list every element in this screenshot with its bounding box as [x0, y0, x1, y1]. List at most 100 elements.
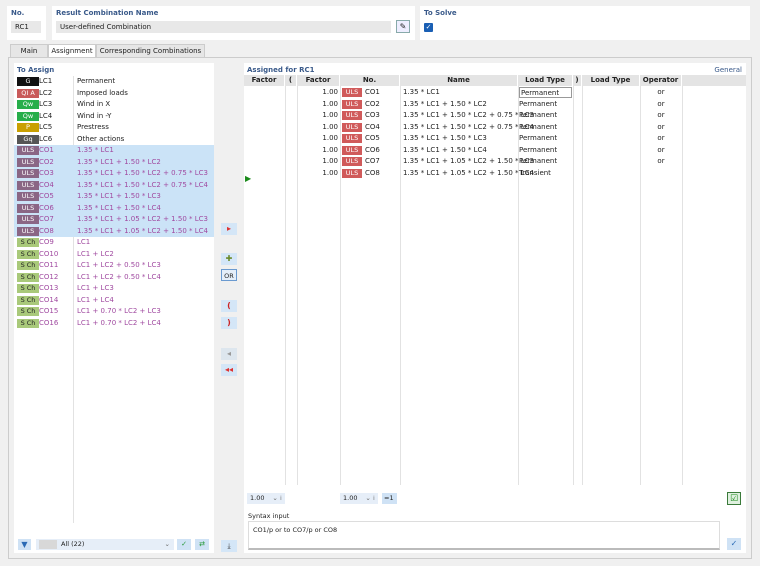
open-paren-button[interactable]: (: [221, 300, 237, 312]
select-all-icon[interactable]: ✓: [177, 539, 191, 550]
load-tag: ULS: [17, 169, 39, 178]
table-row[interactable]: 1.00 ULS CO1 1.35 * LC1 Permanent or: [244, 87, 744, 99]
table-row[interactable]: 1.00 ULS CO5 1.35 * LC1 + 1.50 * LC3 Per…: [244, 133, 744, 145]
list-item[interactable]: S ChCO16LC1 + 0.70 * LC2 + LC4: [14, 318, 214, 330]
add-icon[interactable]: ✚: [221, 253, 237, 265]
load-type-cell[interactable]: Permanent: [519, 133, 557, 145]
item-name: Wind in -Y: [77, 111, 111, 123]
table-row[interactable]: 1.00 ULS CO8 1.35 * LC1 + 1.05 * LC2 + 1…: [244, 168, 744, 180]
list-item[interactable]: S ChCO10LC1 + LC2: [14, 249, 214, 261]
operator-cell[interactable]: or: [640, 110, 682, 122]
factor-spinner-2[interactable]: 1.00⌄ ⁞: [340, 493, 378, 504]
list-item[interactable]: ULSCO11.35 * LC1: [14, 145, 214, 157]
list-item[interactable]: GLC1Permanent: [14, 76, 214, 88]
list-item[interactable]: ULSCO21.35 * LC1 + 1.50 * LC2: [14, 157, 214, 169]
operator-cell[interactable]: or: [640, 87, 682, 99]
list-item[interactable]: ULSCO61.35 * LC1 + 1.50 * LC4: [14, 203, 214, 215]
factor-cell[interactable]: 1.00: [297, 145, 338, 157]
operator-cell[interactable]: or: [640, 133, 682, 145]
table-row[interactable]: 1.00 ULS CO7 1.35 * LC1 + 1.05 * LC2 + 1…: [244, 156, 744, 168]
move-bottom-icon[interactable]: ⤓: [221, 540, 237, 552]
name-field[interactable]: User-defined Combination: [56, 21, 391, 33]
invert-selection-icon[interactable]: ⇄: [195, 539, 209, 550]
col-name[interactable]: Name: [400, 75, 518, 86]
remove-selected-button[interactable]: ◂: [221, 348, 237, 360]
list-item[interactable]: ULSCO71.35 * LC1 + 1.05 * LC2 + 1.50 * L…: [14, 214, 214, 226]
load-tag: Qw: [17, 112, 39, 121]
to-solve-checkbox[interactable]: ✓: [424, 23, 433, 32]
factor-spinner[interactable]: 1.00⌄ ⁞: [247, 493, 285, 504]
list-item[interactable]: ULSCO31.35 * LC1 + 1.50 * LC2 + 0.75 * L…: [14, 168, 214, 180]
col-open-paren[interactable]: (: [285, 75, 297, 86]
col-close-paren[interactable]: ): [573, 75, 582, 86]
assigned-title: Assigned for RC1: [247, 66, 314, 74]
tab-corresponding-combinations[interactable]: Corresponding Combinations: [96, 44, 205, 57]
assign-selected-button[interactable]: ▸: [221, 223, 237, 235]
operator-cell[interactable]: or: [640, 122, 682, 134]
no-field[interactable]: RC1: [11, 21, 41, 33]
list-item[interactable]: GqLC6Other actions: [14, 134, 214, 146]
col-no[interactable]: No.: [340, 75, 400, 86]
col-factor-2[interactable]: Factor: [297, 75, 340, 86]
table-row[interactable]: 1.00 ULS CO3 1.35 * LC1 + 1.50 * LC2 + 0…: [244, 110, 744, 122]
table-row[interactable]: 1.00 ULS CO6 1.35 * LC1 + 1.50 * LC4 Per…: [244, 145, 744, 157]
list-item[interactable]: S ChCO11LC1 + LC2 + 0.50 * LC3: [14, 260, 214, 272]
col-factor[interactable]: Factor: [244, 75, 285, 86]
factor-cell[interactable]: 1.00: [297, 110, 338, 122]
operator-cell[interactable]: or: [640, 99, 682, 111]
load-type-cell[interactable]: Permanent: [519, 156, 557, 168]
list-item[interactable]: ULSCO81.35 * LC1 + 1.05 * LC2 + 1.50 * L…: [14, 226, 214, 238]
list-item[interactable]: QI ALC2Imposed loads: [14, 88, 214, 100]
apply-syntax-icon[interactable]: ✓: [727, 538, 741, 550]
factor-cell[interactable]: 1.00: [297, 122, 338, 134]
list-item[interactable]: S ChCO12LC1 + LC2 + 0.50 * LC4: [14, 272, 214, 284]
load-tag: ULS: [17, 146, 39, 155]
list-item[interactable]: QwLC3Wind in X: [14, 99, 214, 111]
list-item[interactable]: ULSCO41.35 * LC1 + 1.50 * LC2 + 0.75 * L…: [14, 180, 214, 192]
table-row[interactable]: 1.00 ULS CO4 1.35 * LC1 + 1.50 * LC2 + 0…: [244, 122, 744, 134]
to-assign-list[interactable]: GLC1PermanentQI ALC2Imposed loadsQwLC3Wi…: [14, 76, 214, 336]
item-no: CO10: [39, 249, 58, 261]
list-item[interactable]: QwLC4Wind in -Y: [14, 111, 214, 123]
list-item[interactable]: S ChCO14LC1 + LC4: [14, 295, 214, 307]
or-button[interactable]: OR: [221, 269, 237, 281]
list-item[interactable]: S ChCO13LC1 + LC3: [14, 283, 214, 295]
list-item[interactable]: S ChCO9LC1: [14, 237, 214, 249]
col-load-type[interactable]: Load Type: [518, 75, 573, 86]
col-operator[interactable]: Operator: [640, 75, 682, 86]
remove-all-button[interactable]: ◂◂: [221, 364, 237, 376]
uls-tag: ULS: [342, 100, 362, 109]
item-no: LC2: [39, 88, 52, 100]
list-item[interactable]: S ChCO15LC1 + 0.70 * LC2 + LC3: [14, 306, 214, 318]
syntax-input[interactable]: CO1/p or to CO7/p or CO8: [248, 521, 720, 550]
assigned-table[interactable]: 1.00 ULS CO1 1.35 * LC1 Permanent or1.00…: [244, 87, 746, 187]
factor-cell[interactable]: 1.00: [297, 156, 338, 168]
operator-cell[interactable]: or: [640, 145, 682, 157]
load-type-cell[interactable]: Permanent: [519, 87, 572, 98]
table-row[interactable]: 1.00 ULS CO2 1.35 * LC1 + 1.50 * LC2 Per…: [244, 99, 744, 111]
check-syntax-icon[interactable]: ☑: [727, 492, 741, 505]
operator-cell[interactable]: or: [640, 156, 682, 168]
edit-name-icon[interactable]: ✎: [396, 20, 410, 33]
item-name: LC1 + LC2 + 0.50 * LC4: [77, 272, 161, 284]
factor-cell[interactable]: 1.00: [297, 133, 338, 145]
set-to-one-button[interactable]: =1: [382, 493, 397, 504]
list-item[interactable]: PLC5Prestress: [14, 122, 214, 134]
close-paren-button[interactable]: ): [221, 317, 237, 329]
load-type-cell[interactable]: Permanent: [519, 122, 557, 134]
col-load-type-2[interactable]: Load Type: [582, 75, 640, 86]
tab-main[interactable]: Main: [10, 44, 48, 57]
factor-cell[interactable]: 1.00: [297, 87, 338, 99]
filter-select[interactable]: All (22) ⌄: [36, 539, 174, 550]
load-type-cell[interactable]: Permanent: [519, 99, 557, 111]
load-type-cell[interactable]: Transient: [519, 168, 551, 180]
item-no: CO15: [39, 306, 58, 318]
filter-icon[interactable]: ▼: [18, 539, 31, 550]
load-type-cell[interactable]: Permanent: [519, 145, 557, 157]
load-type-cell[interactable]: Permanent: [519, 110, 557, 122]
factor-cell[interactable]: 1.00: [297, 99, 338, 111]
item-no: CO9: [39, 237, 54, 249]
list-item[interactable]: ULSCO51.35 * LC1 + 1.50 * LC3: [14, 191, 214, 203]
factor-cell[interactable]: 1.00: [297, 168, 338, 180]
tab-assignment[interactable]: Assignment: [48, 44, 96, 57]
